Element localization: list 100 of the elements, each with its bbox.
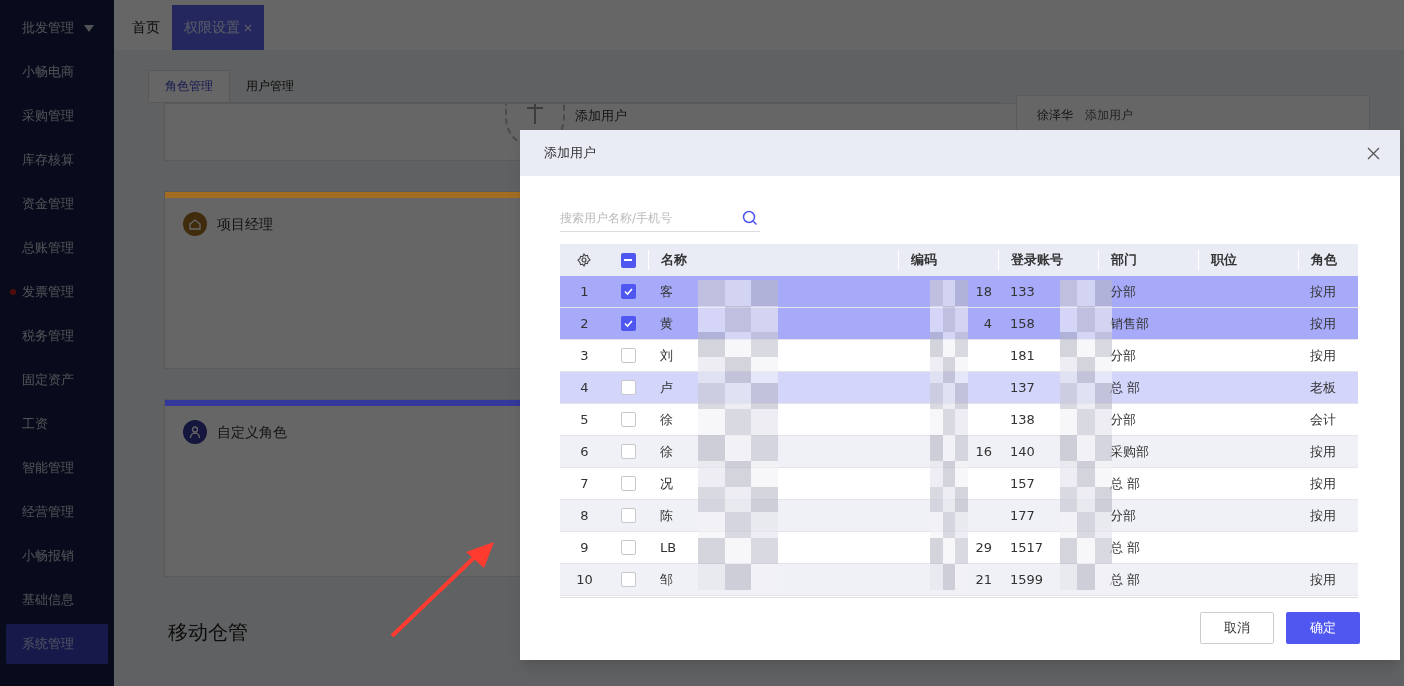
- table-cell: 4: [983, 315, 992, 331]
- add-user-link[interactable]: 添加用户: [1085, 106, 1133, 124]
- sidebar-item[interactable]: 基础信息: [6, 580, 108, 620]
- dialog-title: 添加用户: [544, 144, 596, 163]
- sidebar-item[interactable]: 库存核算: [6, 140, 108, 180]
- row-number: 2: [579, 314, 590, 333]
- checkbox[interactable]: [620, 380, 636, 395]
- sidebar-item[interactable]: 工资: [6, 404, 108, 444]
- table-cell: 按用: [1310, 475, 1336, 491]
- table-cell: 分部: [1110, 347, 1136, 363]
- checkbox[interactable]: [620, 572, 636, 587]
- table-cell: 总 部: [1110, 571, 1141, 587]
- sidebar-item[interactable]: 小畅电商: [6, 52, 108, 92]
- sidebar-item[interactable]: 税务管理: [6, 316, 108, 356]
- tab[interactable]: 用户管理: [230, 70, 310, 102]
- row-number: 8: [579, 506, 590, 525]
- table-cell: 按用: [1310, 507, 1336, 523]
- role-title: 自定义角色: [217, 422, 287, 442]
- checkbox[interactable]: [620, 508, 636, 523]
- sidebar-item[interactable]: 智能管理: [6, 448, 108, 488]
- table-cell: 29: [975, 539, 992, 555]
- table-cell: 157: [1010, 475, 1035, 491]
- role-title: 项目经理: [217, 214, 273, 234]
- table-cell: 按用: [1310, 315, 1336, 331]
- table-cell: 陈: [660, 507, 673, 523]
- row-number: 9: [579, 538, 590, 557]
- checkbox[interactable]: [620, 412, 636, 427]
- row-number: 5: [579, 410, 590, 429]
- table-row[interactable]: 6 徐 16 140 采购部 按用: [560, 436, 1358, 468]
- checkbox[interactable]: [620, 476, 636, 491]
- minus-icon: [624, 259, 633, 261]
- table-cell: 1517: [1010, 539, 1044, 555]
- sidebar-item[interactable]: 采购管理: [6, 96, 108, 136]
- row-number: 7: [579, 474, 590, 493]
- checkmark-icon: [622, 286, 634, 297]
- checkbox[interactable]: [620, 348, 636, 363]
- section-heading: 移动仓管: [168, 619, 249, 646]
- table-cell: 况: [660, 475, 673, 491]
- table-row[interactable]: 10 邹 21 1599 总 部 按用: [560, 564, 1358, 596]
- cancel-button[interactable]: 取消: [1200, 612, 1274, 644]
- row-number: 3: [579, 346, 590, 365]
- settings-icon[interactable]: [577, 253, 592, 267]
- checkmark-icon: [622, 318, 634, 329]
- tab[interactable]: 角色管理: [148, 70, 230, 102]
- table-cell: 邹: [660, 571, 673, 587]
- close-icon[interactable]: [1367, 146, 1380, 160]
- table-cell: LB: [660, 539, 677, 555]
- add-user-label[interactable]: 添加用户: [575, 106, 627, 126]
- sidebar-item[interactable]: 发票管理: [6, 272, 108, 312]
- table-cell: 总 部: [1110, 475, 1141, 491]
- table-cell: 分部: [1110, 283, 1136, 299]
- table-cell: 销售部: [1110, 315, 1149, 331]
- table-cell: 按用: [1310, 347, 1336, 363]
- checkbox[interactable]: [620, 444, 636, 459]
- row-number: 4: [579, 378, 590, 397]
- table-cell: 徐: [660, 411, 673, 427]
- table-cell: 177: [1010, 507, 1035, 523]
- table-cell: 133: [1010, 283, 1035, 299]
- sidebar-item[interactable]: 批发管理: [6, 8, 108, 48]
- sidebar-item[interactable]: 经营管理: [6, 492, 108, 532]
- column-header: 名称: [648, 250, 898, 270]
- sidebar-item[interactable]: 资金管理: [6, 184, 108, 224]
- table-cell: 按用: [1310, 571, 1336, 587]
- checkbox[interactable]: [620, 540, 636, 555]
- table-cell: 分部: [1110, 507, 1136, 523]
- sidebar-item[interactable]: 固定资产: [6, 360, 108, 400]
- confirm-button[interactable]: 确定: [1286, 612, 1360, 644]
- table-cell: 158: [1010, 315, 1035, 331]
- table-cell: 老板: [1310, 379, 1336, 395]
- column-header: 职位: [1198, 250, 1298, 270]
- table-cell: 会计: [1310, 411, 1336, 427]
- row-number: 1: [579, 282, 590, 301]
- sidebar-item[interactable]: 总账管理: [6, 228, 108, 268]
- table-cell: 卢: [660, 379, 673, 395]
- table-cell: 总 部: [1110, 539, 1141, 555]
- sidebar-item[interactable]: 小畅报销: [6, 536, 108, 576]
- checkbox[interactable]: [620, 316, 636, 331]
- row-number: 10: [575, 570, 594, 589]
- table-cell: 181: [1010, 347, 1035, 363]
- table-cell: 21: [975, 571, 992, 587]
- table-cell: 16: [975, 443, 992, 459]
- search-field[interactable]: 搜索用户名称/手机号: [560, 204, 760, 232]
- table-cell: 分部: [1110, 411, 1136, 427]
- table-cell: 138: [1010, 411, 1035, 427]
- table-cell: 137: [1010, 379, 1035, 395]
- search-icon[interactable]: [742, 210, 758, 226]
- table-cell: 客: [660, 283, 673, 299]
- column-header: 角色: [1298, 250, 1358, 270]
- column-header: 编码: [898, 250, 998, 270]
- column-header: 登录账号: [998, 250, 1098, 270]
- page-tab[interactable]: 首页: [120, 5, 172, 50]
- table-cell: 140: [1010, 443, 1035, 459]
- table-cell: 按用: [1310, 443, 1336, 459]
- table-cell: 按用: [1310, 283, 1336, 299]
- user-name: 徐泽华: [1037, 107, 1073, 124]
- table-cell: 总 部: [1110, 379, 1141, 395]
- row-number: 6: [579, 442, 590, 461]
- table-cell: 采购部: [1110, 443, 1149, 459]
- checkbox[interactable]: [620, 284, 636, 299]
- checkbox[interactable]: [620, 252, 636, 268]
